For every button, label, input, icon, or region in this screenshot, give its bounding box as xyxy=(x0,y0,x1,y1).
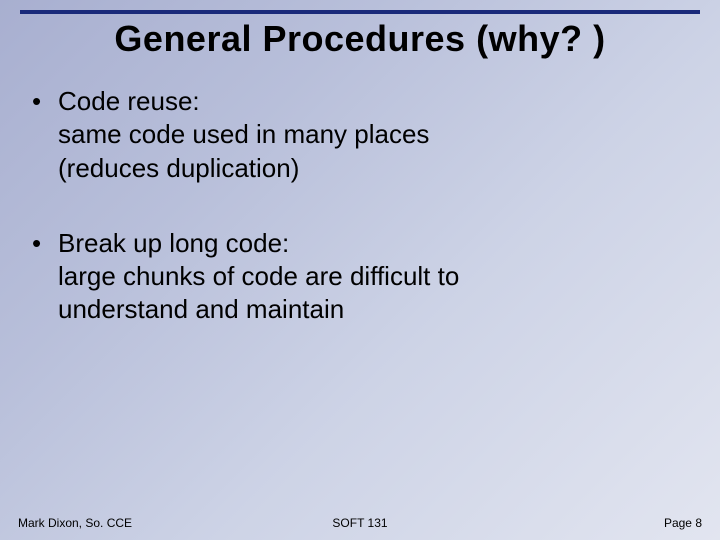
bullet-line: same code used in many places xyxy=(30,118,690,151)
bullet-item: • Break up long code: large chunks of co… xyxy=(30,227,690,327)
bullet-head: Break up long code: xyxy=(58,227,690,260)
title-rule xyxy=(20,10,700,14)
bullet-line: (reduces duplication) xyxy=(30,152,690,185)
bullet-line: understand and maintain xyxy=(30,293,690,326)
footer-author: Mark Dixon, So. CCE xyxy=(18,516,132,530)
bullet-head: Code reuse: xyxy=(58,85,690,118)
bullet-dot-icon: • xyxy=(30,85,58,118)
bullet-dot-icon: • xyxy=(30,227,58,260)
footer-page: Page 8 xyxy=(664,516,702,530)
slide-footer: Mark Dixon, So. CCE SOFT 131 Page 8 xyxy=(18,516,702,530)
bullet-line: large chunks of code are difficult to xyxy=(30,260,690,293)
bullet-item: • Code reuse: same code used in many pla… xyxy=(30,85,690,185)
slide-title: General Procedures (why? ) xyxy=(0,18,720,60)
slide-content: • Code reuse: same code used in many pla… xyxy=(30,85,690,369)
